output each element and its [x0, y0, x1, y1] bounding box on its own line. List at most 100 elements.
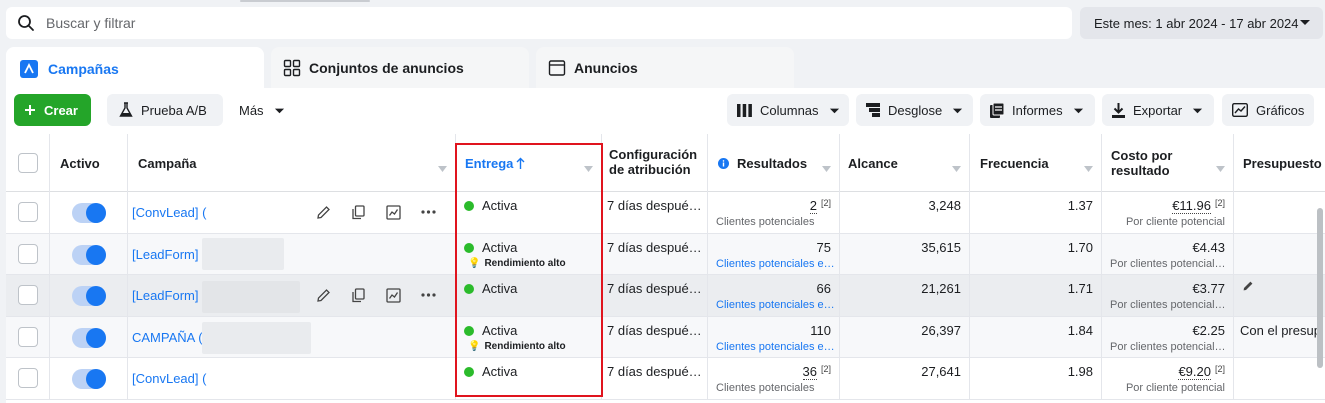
- header-resultados[interactable]: Resultados: [708, 134, 840, 192]
- campaign-link[interactable]: [ConvLead] (: [132, 205, 206, 220]
- header-config-line1: Configuración: [609, 147, 698, 162]
- download-icon: [1112, 102, 1125, 118]
- row-select[interactable]: [6, 358, 50, 399]
- edit-icon[interactable]: [1242, 280, 1254, 292]
- active-toggle[interactable]: [72, 369, 106, 389]
- breakdown-icon: [866, 103, 880, 117]
- campaign-link[interactable]: [ConvLead] (: [132, 371, 206, 386]
- create-button-label: Crear: [44, 102, 78, 118]
- table-header: Activo Campaña Entrega Configuración de …: [6, 134, 1325, 192]
- campaign-link[interactable]: [LeadForm] F: [132, 247, 210, 262]
- header-presupuesto[interactable]: Presupuesto: [1234, 134, 1325, 192]
- breakdown-button[interactable]: Desglose: [856, 94, 973, 126]
- row-select[interactable]: [6, 192, 50, 233]
- charts-button[interactable]: Gráficos: [1222, 94, 1314, 126]
- active-toggle[interactable]: [72, 244, 106, 265]
- columns-button[interactable]: Columnas: [727, 94, 849, 126]
- chart-icon: [1232, 103, 1248, 117]
- more-options-icon[interactable]: [419, 286, 437, 304]
- sort-caret-icon[interactable]: [1084, 160, 1093, 175]
- sort-caret-icon[interactable]: [952, 160, 961, 175]
- row-budget-cell: [1234, 192, 1325, 233]
- select-all-checkbox[interactable]: [18, 153, 38, 173]
- attribution-value: 7 días despué…: [607, 322, 702, 338]
- edit-icon[interactable]: [314, 286, 332, 304]
- results-type[interactable]: Clientes potenciales e…: [716, 341, 835, 353]
- table-row[interactable]: [LeadForm] F Activa 💡 Rendimiento alto 7 …: [6, 233, 1325, 275]
- active-toggle[interactable]: [72, 286, 106, 306]
- duplicate-icon[interactable]: [349, 203, 367, 221]
- row-checkbox[interactable]: [18, 243, 38, 264]
- table-row[interactable]: [LeadForm] ( Activa 7 días despué… 66 Cl…: [6, 275, 1325, 317]
- header-activo[interactable]: Activo: [50, 134, 128, 192]
- row-select[interactable]: [6, 233, 50, 275]
- delivery-status: Activa: [482, 322, 518, 338]
- duplicate-icon[interactable]: [349, 286, 367, 304]
- header-select-all[interactable]: [6, 134, 50, 192]
- export-button[interactable]: Exportar: [1102, 94, 1214, 126]
- row-select[interactable]: [6, 275, 50, 316]
- row-toggle-cell: [50, 233, 128, 275]
- header-costo[interactable]: Costo por resultado: [1102, 134, 1234, 192]
- row-budget-cell: [1234, 234, 1325, 275]
- results-footnote: [2]: [820, 198, 831, 208]
- tab-campaigns-label: Campañas: [48, 60, 119, 77]
- grid-icon: [281, 57, 303, 79]
- results-type: Clientes potenciales: [716, 382, 815, 394]
- tab-ads-label: Anuncios: [574, 60, 638, 76]
- header-entrega[interactable]: Entrega: [456, 134, 602, 192]
- row-checkbox[interactable]: [18, 368, 38, 388]
- reports-button[interactable]: Informes: [980, 94, 1095, 126]
- chart-icon[interactable]: [384, 286, 402, 304]
- sort-caret-icon[interactable]: [584, 160, 593, 175]
- sort-caret-icon[interactable]: [822, 160, 831, 175]
- table-row[interactable]: [ConvLead] ( Activa 7 días despué… 36 [2]…: [6, 358, 1325, 400]
- active-toggle[interactable]: [72, 327, 106, 348]
- create-button[interactable]: Crear: [14, 94, 91, 126]
- sort-caret-icon[interactable]: [1216, 160, 1225, 175]
- chart-icon[interactable]: [384, 203, 402, 221]
- top-strip: [240, 0, 370, 2]
- redacted-block: [202, 237, 284, 270]
- header-alcance-label: Alcance: [848, 155, 898, 171]
- tab-campaigns[interactable]: Campañas: [6, 47, 264, 90]
- caret-down-icon: [274, 105, 285, 116]
- frequency-value: 1.71: [1067, 281, 1093, 296]
- header-alcance[interactable]: Alcance: [840, 134, 970, 192]
- header-campana[interactable]: Campaña: [128, 134, 456, 192]
- campaign-link[interactable]: [LeadForm] (: [132, 288, 206, 303]
- edit-icon[interactable]: [314, 203, 332, 221]
- search-input[interactable]: Buscar y filtrar: [6, 7, 1072, 39]
- row-results-cell: 75 Clientes potenciales e…: [708, 233, 840, 275]
- more-options-icon[interactable]: [419, 203, 437, 221]
- row-attribution-cell: 7 días despué…: [602, 316, 708, 358]
- cost-type: Por cliente potencial: [1125, 382, 1225, 394]
- more-button[interactable]: Más: [229, 94, 295, 126]
- cost-value: €9.20: [1178, 364, 1211, 380]
- date-range-picker[interactable]: Este mes: 1 abr 2024 - 17 abr 2024: [1080, 7, 1323, 39]
- sort-caret-icon[interactable]: [438, 160, 447, 175]
- row-checkbox[interactable]: [18, 202, 38, 222]
- results-type[interactable]: Clientes potenciales e…: [716, 299, 835, 311]
- frequency-value: 1.37: [1067, 198, 1093, 213]
- results-type[interactable]: Clientes potenciales e…: [716, 258, 835, 270]
- tab-ads[interactable]: Anuncios: [536, 47, 794, 89]
- ab-test-button[interactable]: Prueba A/B: [107, 94, 223, 126]
- table-row[interactable]: CAMPAÑA (N Activa 💡 Rendimiento alto 7 dí…: [6, 316, 1325, 358]
- vertical-scrollbar[interactable]: [1317, 208, 1323, 368]
- header-configuracion[interactable]: Configuración de atribución: [602, 134, 708, 192]
- results-footnote: [2]: [820, 364, 831, 374]
- cost-type: Por clientes potencial…: [1110, 257, 1226, 270]
- row-select[interactable]: [6, 316, 50, 358]
- campaign-link[interactable]: CAMPAÑA (N: [132, 330, 212, 345]
- row-checkbox[interactable]: [18, 285, 38, 305]
- active-toggle[interactable]: [72, 203, 106, 223]
- header-frecuencia[interactable]: Frecuencia: [970, 134, 1102, 192]
- delivery-note: Rendimiento alto: [484, 340, 566, 352]
- top-bar: Buscar y filtrar Este mes: 1 abr 2024 - …: [0, 0, 1325, 46]
- row-checkbox[interactable]: [18, 326, 38, 347]
- tab-ad-sets[interactable]: Conjuntos de anuncios: [271, 47, 529, 89]
- info-icon[interactable]: [718, 157, 729, 169]
- table-row[interactable]: [ConvLead] ( Activa 7 días despué… 2 [2] …: [6, 192, 1325, 234]
- reach-value: 21,261: [921, 281, 961, 296]
